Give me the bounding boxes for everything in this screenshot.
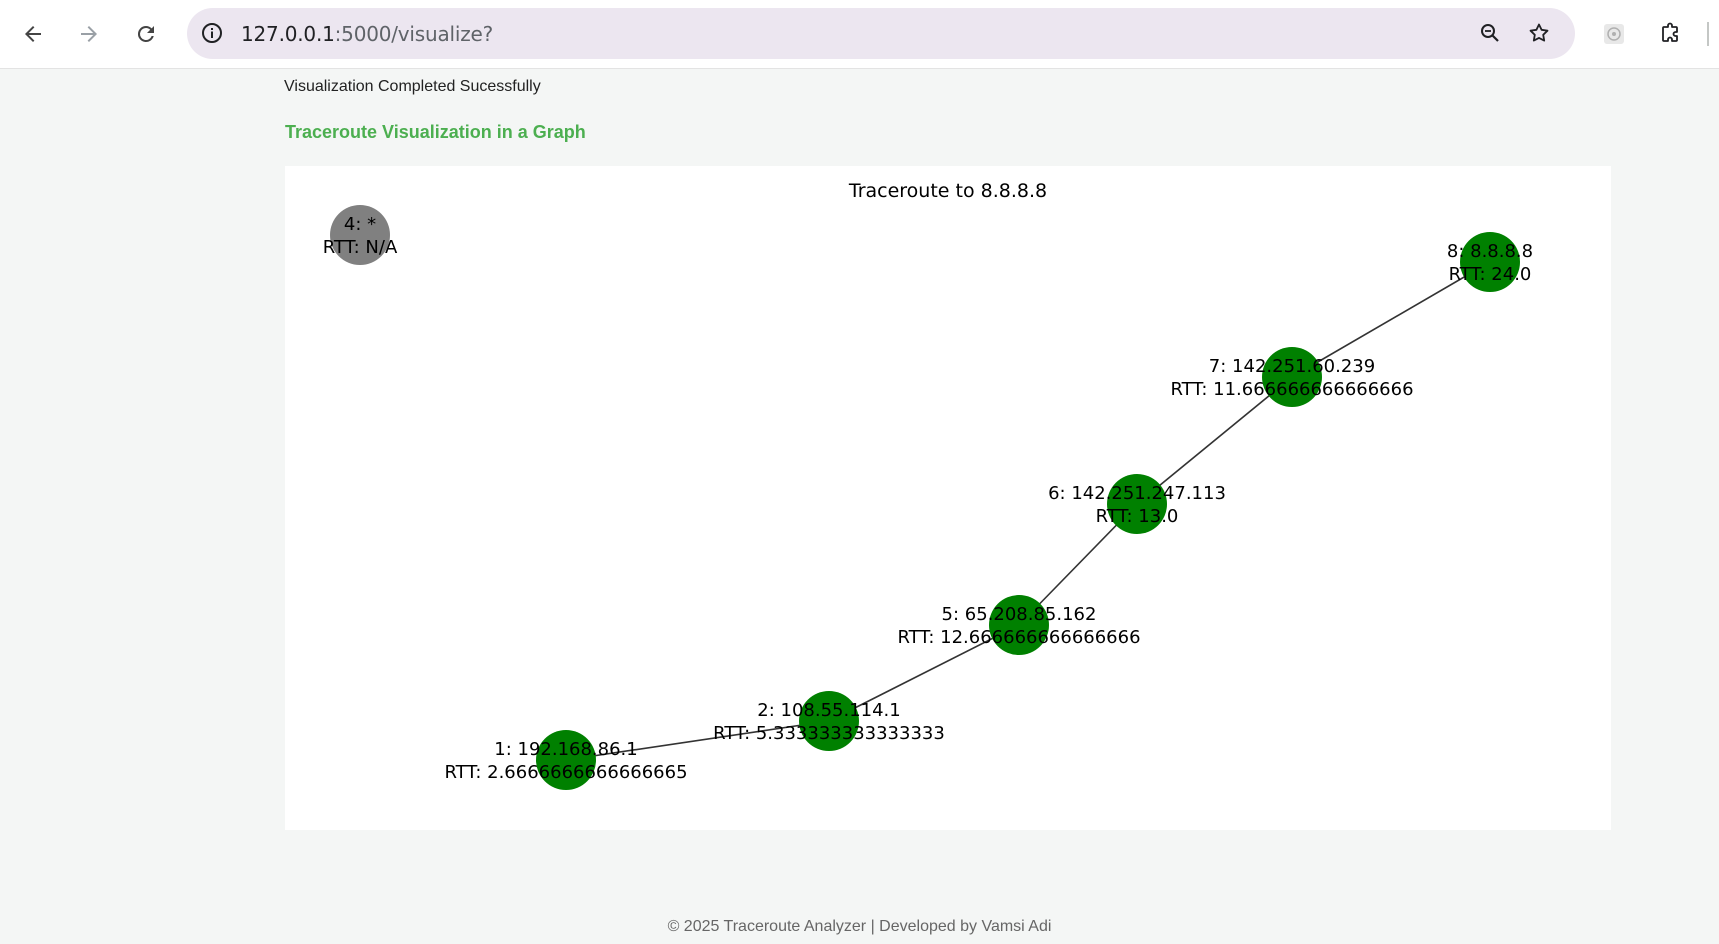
url-host: 127.0.0.1 [241, 22, 335, 46]
url-path: :5000/visualize? [334, 22, 494, 46]
section-title: Traceroute Visualization in a Graph [285, 122, 586, 142]
edges-layer [565, 261, 1491, 761]
node-rtt-label: RTT: 11.666666666666666 [1170, 379, 1413, 400]
forward-icon [81, 26, 97, 42]
reload-button[interactable] [126, 14, 166, 54]
address-bar[interactable]: 127.0.0.1:5000/visualize? [187, 8, 1575, 59]
node-hop-label: 5: 65.208.85.162 [942, 604, 1097, 625]
zoom-icon[interactable] [1477, 20, 1503, 46]
site-info-icon[interactable] [199, 20, 225, 46]
graph-title: Traceroute to 8.8.8.8 [848, 180, 1047, 202]
node-hop-label: 6: 142.251.247.113 [1048, 483, 1226, 504]
back-icon [25, 26, 41, 42]
node-hop-label: 4: * [344, 214, 376, 235]
reload-icon [137, 25, 154, 42]
node-rtt-label: RTT: 24.0 [1449, 264, 1532, 285]
node-hop-label: 2: 108.55.114.1 [757, 700, 900, 721]
node-rtt-label: RTT: N/A [323, 237, 398, 258]
forward-button[interactable] [69, 14, 109, 54]
extension-app-button[interactable] [1594, 14, 1634, 54]
url-text[interactable]: 127.0.0.1:5000/visualize? [241, 22, 493, 46]
bookmark-star-icon[interactable] [1526, 20, 1552, 46]
labels-layer: 1: 192.168.86.1 RTT: 2.6666666666666665 2:… [323, 214, 1533, 783]
node-rtt-label: RTT: 12.666666666666666 [897, 627, 1140, 648]
nodes-layer [330, 205, 1520, 790]
node-rtt-label: RTT: 2.6666666666666665 [444, 762, 687, 783]
node-hop-label: 7: 142.251.60.239 [1209, 356, 1375, 377]
graph-panel: Traceroute to 8.8.8.8 1: 192.168.86.1 RTT… [285, 166, 1611, 830]
node-rtt-label: RTT: 5.333333333333333 [713, 723, 945, 744]
extensions-button[interactable] [1650, 14, 1690, 54]
extensions-puzzle-icon [1662, 22, 1678, 42]
footer: © 2025 Traceroute Analyzer | Developed b… [667, 918, 1052, 935]
back-button[interactable] [13, 14, 53, 54]
status-message: Visualization Completed Sucessfully [284, 78, 541, 95]
node-rtt-label: RTT: 13.0 [1096, 506, 1179, 527]
node-hop-label: 8: 8.8.8.8 [1447, 241, 1533, 262]
extension-app-icon [1604, 24, 1624, 44]
traceroute-graph: Traceroute to 8.8.8.8 1: 192.168.86.1 RTT… [323, 180, 1533, 790]
browser-toolbar: 127.0.0.1:5000/visualize? [0, 0, 1719, 69]
node-hop-label: 1: 192.168.86.1 [494, 739, 637, 760]
toolbar-divider [1707, 22, 1709, 46]
